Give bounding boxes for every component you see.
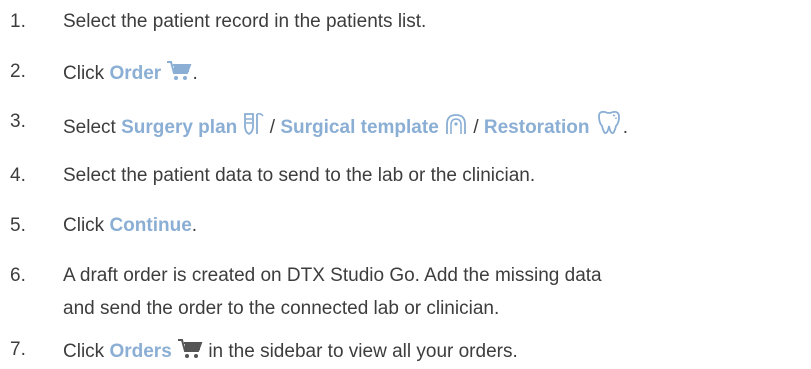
step-text: Select the patient data to send to the l…: [63, 165, 536, 186]
step-number: 3.: [10, 111, 26, 132]
implant-icon: [243, 112, 265, 143]
separator: /: [264, 117, 281, 138]
step-text-pre: Click: [63, 341, 110, 362]
step-number: 1.: [10, 11, 26, 32]
step-text: Click Continue.: [63, 214, 197, 238]
step-number: 6.: [10, 265, 26, 286]
step-number: 2.: [10, 61, 26, 82]
step-text-pre: Select: [63, 117, 122, 138]
step-text: Select the patient record in the patient…: [63, 11, 427, 32]
step-text: Click Order .: [63, 60, 198, 89]
step-number: 7.: [10, 339, 26, 360]
tooth-icon: [595, 110, 623, 143]
step-text-pre: Click: [63, 63, 110, 84]
continue-label: Continue: [109, 215, 192, 236]
shopping-cart-icon: [166, 60, 192, 89]
step-number: 5.: [10, 215, 26, 236]
surgical-guide-icon: [444, 112, 468, 143]
step-text-pre: Click: [63, 215, 110, 236]
surgical-template-label: Surgical template: [280, 117, 439, 138]
shopping-cart-icon: [177, 338, 203, 367]
step-text-post: in the sidebar to view all your orders.: [203, 341, 518, 362]
surgery-plan-label: Surgery plan: [121, 117, 238, 138]
separator: /: [468, 117, 484, 138]
step-text-post: .: [191, 215, 198, 236]
step-text: Click Orders in the sidebar to view all …: [63, 338, 518, 367]
step-text-post: .: [622, 117, 629, 138]
step-text: Select Surgery plan / Surgical template …: [63, 110, 628, 143]
step-text-line-2: and send the order to the connected lab …: [63, 298, 500, 319]
order-label: Order: [109, 63, 162, 84]
orders-label: Orders: [109, 341, 172, 362]
restoration-label: Restoration: [483, 117, 590, 138]
step-number: 4.: [10, 165, 26, 186]
step-text-line-1: A draft order is created on DTX Studio G…: [63, 265, 602, 286]
step-text-post: .: [192, 63, 198, 84]
